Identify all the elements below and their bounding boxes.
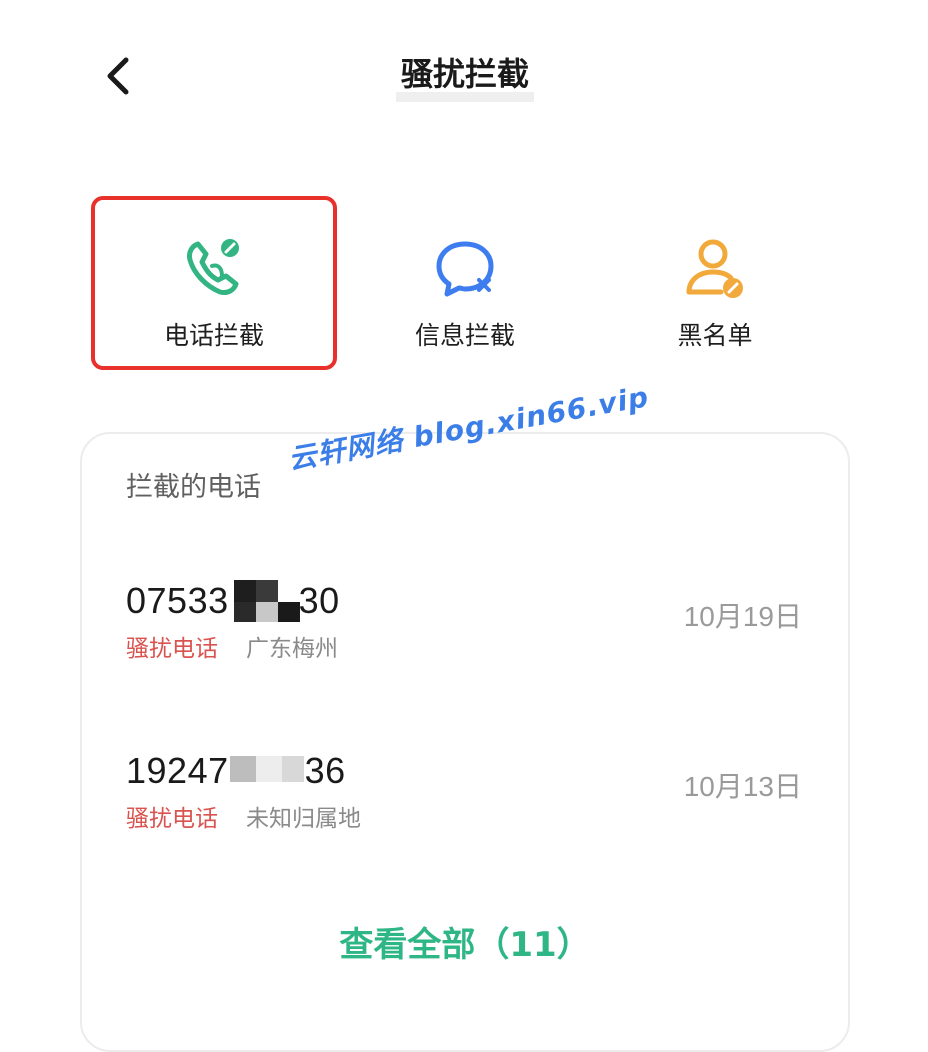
call-date: 10月19日 bbox=[683, 601, 802, 632]
call-date: 10月13日 bbox=[683, 771, 802, 802]
tab-blacklist[interactable]: 黑名单 bbox=[592, 196, 838, 370]
location-text: 未知归属地 bbox=[246, 806, 361, 832]
call-block-label: 电话拦截 bbox=[163, 321, 264, 350]
blocked-calls-card: 拦截的电话 07533 30 骚扰电话 广东梅州 10月19日 19247 36 骚… bbox=[80, 432, 850, 1052]
blocked-calls-title: 拦截的电话 bbox=[126, 472, 261, 503]
view-all-button[interactable]: 查看全部（11） bbox=[82, 922, 848, 968]
chevron-left-icon bbox=[107, 57, 129, 95]
blacklist-label: 黑名单 bbox=[677, 321, 753, 350]
phone-block-icon bbox=[182, 236, 246, 300]
redaction-block bbox=[230, 578, 302, 624]
list-item[interactable]: 19247 36 骚扰电话 未知归属地 10月13日 bbox=[82, 748, 848, 858]
message-block-label: 信息拦截 bbox=[414, 321, 515, 350]
location-text: 广东梅州 bbox=[246, 636, 338, 662]
message-block-icon bbox=[433, 236, 497, 300]
list-item[interactable]: 07533 30 骚扰电话 广东梅州 10月19日 bbox=[82, 578, 848, 688]
tab-call-block[interactable]: 电话拦截 bbox=[91, 196, 337, 370]
status-badge: 骚扰电话 bbox=[126, 636, 218, 662]
back-button[interactable] bbox=[96, 48, 146, 104]
status-badge: 骚扰电话 bbox=[126, 806, 218, 832]
redaction-block bbox=[230, 752, 310, 792]
tab-message-block[interactable]: 信息拦截 bbox=[342, 196, 588, 370]
person-block-icon bbox=[683, 236, 747, 300]
page-title: 骚扰拦截 bbox=[396, 48, 534, 102]
